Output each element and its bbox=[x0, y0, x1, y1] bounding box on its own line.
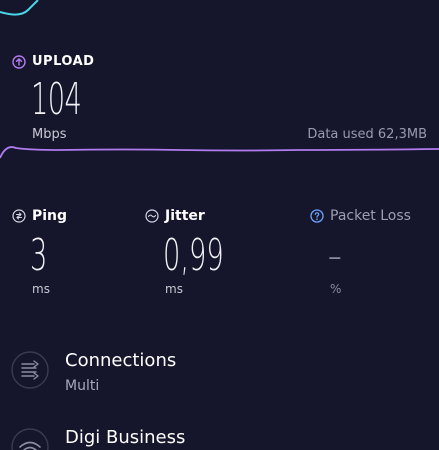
ping-value: 3 bbox=[30, 230, 48, 281]
ping-icon bbox=[12, 209, 26, 223]
connections-value: Multi bbox=[65, 378, 100, 394]
connections-item[interactable]: Connections Multi bbox=[10, 350, 176, 394]
packet-loss-label: Packet Loss bbox=[330, 208, 411, 224]
packet-loss-unit: % bbox=[330, 282, 342, 296]
ping-label: Ping bbox=[32, 208, 68, 224]
upload-graph-line bbox=[0, 146, 439, 159]
ping-metric: Ping 3 ms bbox=[12, 208, 68, 296]
upload-speed-value: 104 bbox=[31, 74, 82, 125]
question-circle-icon[interactable] bbox=[310, 209, 324, 223]
provider-title: Digi Business bbox=[65, 427, 186, 448]
jitter-metric: Jitter 0,99 ms bbox=[145, 208, 224, 296]
speedtest-result-screen: UPLOAD 104 Mbps Data used 62,3MB Ping 3 … bbox=[0, 0, 439, 450]
upload-arrow-icon bbox=[12, 54, 26, 69]
upload-label: UPLOAD bbox=[32, 54, 95, 69]
upload-header: UPLOAD bbox=[12, 54, 94, 69]
wifi-icon bbox=[11, 428, 49, 450]
provider-item[interactable]: Digi Business bbox=[10, 427, 185, 450]
connections-title: Connections bbox=[65, 350, 177, 371]
jitter-label: Jitter bbox=[165, 208, 205, 224]
ping-unit: ms bbox=[32, 282, 50, 296]
download-graph-curve bbox=[0, 0, 39, 16]
packet-loss-value: – bbox=[328, 230, 342, 281]
jitter-value: 0,99 bbox=[163, 230, 224, 281]
jitter-icon bbox=[145, 209, 159, 223]
jitter-unit: ms bbox=[165, 282, 183, 296]
connections-icon bbox=[11, 351, 49, 389]
packet-loss-metric[interactable]: Packet Loss – % bbox=[310, 208, 411, 296]
